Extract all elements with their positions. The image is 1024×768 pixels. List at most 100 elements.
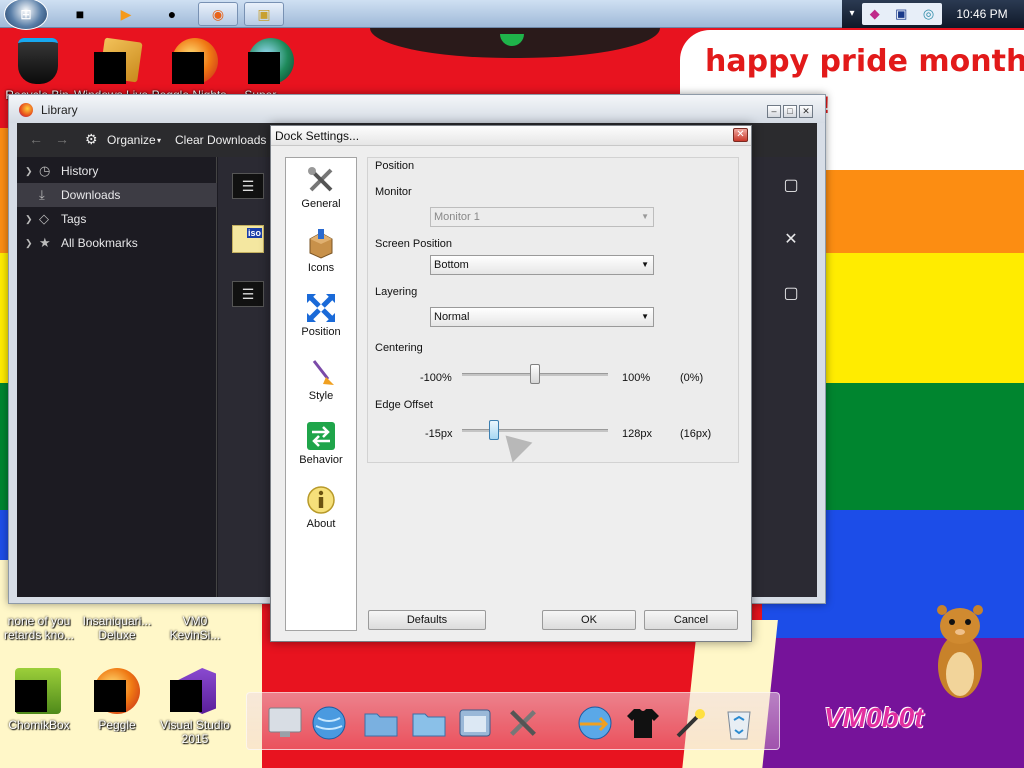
folder-icon[interactable]: ▢ (780, 283, 802, 305)
monitor-select[interactable]: Monitor 1 ▼ (430, 207, 654, 227)
close-button[interactable]: ✕ (733, 128, 748, 142)
category-about[interactable]: About (286, 480, 356, 542)
dock-settings-dialog: Dock Settings... ✕ General Icons Positio… (270, 125, 752, 642)
desktop-icon-note[interactable]: none of you retards kno... (0, 614, 78, 642)
taskbar-window[interactable]: ▣ (244, 2, 284, 26)
category-icons[interactable]: Icons (286, 224, 356, 286)
dialog-titlebar[interactable]: Dock Settings... ✕ (271, 126, 751, 146)
layering-label: Layering (375, 286, 418, 298)
recycle-bin-icon (18, 38, 58, 84)
dock-item-tools-icon[interactable] (501, 701, 545, 745)
brush-icon (304, 356, 338, 388)
category-style[interactable]: Style (286, 352, 356, 414)
taskbar-app-black[interactable]: ■ (60, 2, 100, 26)
taskbar-firefox[interactable]: ◉ (198, 2, 238, 26)
category-general[interactable]: General (286, 160, 356, 222)
library-title: Library (41, 103, 78, 117)
censor-box (172, 52, 204, 84)
category-panel: General Icons Position Style Behavior Ab… (285, 157, 357, 631)
dock-item-globe-arrow-icon[interactable] (573, 701, 617, 745)
expand-arrow-icon[interactable]: ❯ (25, 231, 33, 255)
download-icon: ⤓ (39, 187, 45, 202)
dock-item-window-icon[interactable] (453, 701, 497, 745)
library-sidebar: ❯ ◷ History ⤓ Downloads ❯ ◇ Tags ❯ ★ All… (17, 157, 217, 597)
taskbar-app-circle[interactable]: ● (152, 2, 192, 26)
position-settings-group: Position Monitor Monitor 1 ▼ Screen Posi… (367, 157, 739, 463)
taskbar-media-player[interactable]: ▶ (106, 2, 146, 26)
exchange-icon (304, 420, 338, 452)
cancel-button[interactable]: Cancel (644, 610, 738, 630)
layering-select[interactable]: Normal ▼ (430, 307, 654, 327)
screen-position-select[interactable]: Bottom ▼ (430, 255, 654, 275)
tray-icons: ◆ ▣ ◎ (862, 3, 942, 25)
edge-offset-min: -15px (425, 428, 453, 440)
category-position[interactable]: Position (286, 288, 356, 350)
document-icon[interactable]: ☰ (232, 281, 264, 307)
box-icon (304, 228, 338, 260)
category-behavior[interactable]: Behavior (286, 416, 356, 478)
sidebar-item-downloads[interactable]: ⤓ Downloads (17, 183, 217, 207)
organize-button[interactable]: Organize (107, 133, 156, 147)
forward-arrow-icon[interactable]: → (55, 131, 69, 147)
sidebar-item-tags[interactable]: ❯ ◇ Tags (17, 207, 217, 231)
edge-offset-slider-thumb[interactable] (489, 420, 500, 440)
library-titlebar[interactable]: Library – □ ✕ (9, 95, 825, 123)
tools-icon (304, 164, 338, 196)
tray-expand-icon[interactable]: ▾ (846, 6, 858, 22)
shield-icon[interactable]: ◆ (870, 6, 880, 22)
gear-icon[interactable]: ⚙ (85, 131, 98, 148)
dock-item-trash-icon[interactable] (717, 701, 761, 745)
centering-max: 100% (622, 372, 651, 384)
dock-item-folder-icon[interactable] (359, 701, 403, 745)
expand-arrow-icon[interactable]: ❯ (25, 207, 33, 231)
desktop-icon-vm0[interactable]: VM0 KevinSi... (156, 614, 234, 642)
desktop-icon-insaniquarium[interactable]: Insaniquari... Deluxe (78, 614, 156, 642)
censor-box (94, 680, 126, 712)
section-title: Position (375, 160, 415, 172)
vm-logo: VM0b0t (824, 702, 924, 733)
document-icon[interactable]: ☰ (232, 173, 264, 199)
expand-arrow-icon[interactable]: ❯ (25, 159, 33, 183)
edge-offset-slider-track[interactable] (462, 429, 608, 432)
defaults-button[interactable]: Defaults (368, 610, 486, 630)
ok-button[interactable]: OK (542, 610, 636, 630)
chevron-down-icon: ▼ (641, 260, 649, 269)
maximize-button[interactable]: □ (783, 105, 797, 118)
firefox-icon (19, 103, 33, 117)
folder-icon[interactable]: ▢ (780, 175, 802, 197)
dock-bar (246, 692, 780, 750)
iso-file-icon[interactable]: iso (232, 225, 264, 253)
pride-message: happy pride month (705, 44, 1024, 79)
sidebar-item-all-bookmarks[interactable]: ❯ ★ All Bookmarks (17, 231, 217, 255)
network-icon[interactable]: ◎ (923, 6, 934, 22)
dock-item-wand-icon[interactable] (669, 701, 713, 745)
clock-icon: ◷ (39, 163, 51, 178)
close-button[interactable]: ✕ (799, 105, 813, 118)
dock-item-folder-icon[interactable] (407, 701, 451, 745)
dock-item-globe-icon[interactable] (307, 701, 351, 745)
screen-position-label: Screen Position (375, 238, 453, 250)
censor-box (170, 680, 202, 712)
censor-box (94, 52, 126, 84)
taskbar-clock[interactable]: 10:46 PM (944, 0, 1020, 28)
censor-box (248, 52, 280, 84)
back-arrow-icon[interactable]: ← (29, 131, 43, 147)
taskbar: ⊞ ■ ▶ ● ◉ ▣ ▾ ◆ ▣ ◎ 10:46 PM (0, 0, 1024, 30)
sidebar-item-history[interactable]: ❯ ◷ History (17, 159, 217, 183)
monitor-label: Monitor (375, 186, 412, 198)
monitor-icon[interactable]: ▣ (895, 6, 907, 22)
hamster-image (937, 605, 983, 698)
start-button[interactable]: ⊞ (4, 0, 48, 30)
centering-slider-thumb[interactable] (530, 364, 540, 384)
edge-offset-label: Edge Offset (375, 399, 433, 411)
star-icon: ★ (39, 235, 51, 250)
cancel-download-icon[interactable]: ✕ (780, 229, 802, 251)
clear-downloads-button[interactable]: Clear Downloads (175, 133, 266, 147)
dialog-title: Dock Settings... (275, 129, 360, 143)
dock-item-tshirt-icon[interactable] (621, 701, 665, 745)
dock-item-monitor-icon[interactable] (263, 701, 307, 745)
tag-icon: ◇ (39, 211, 49, 226)
arrows-icon (304, 292, 338, 324)
minimize-button[interactable]: – (767, 105, 781, 118)
edge-offset-max: 128px (622, 428, 652, 440)
